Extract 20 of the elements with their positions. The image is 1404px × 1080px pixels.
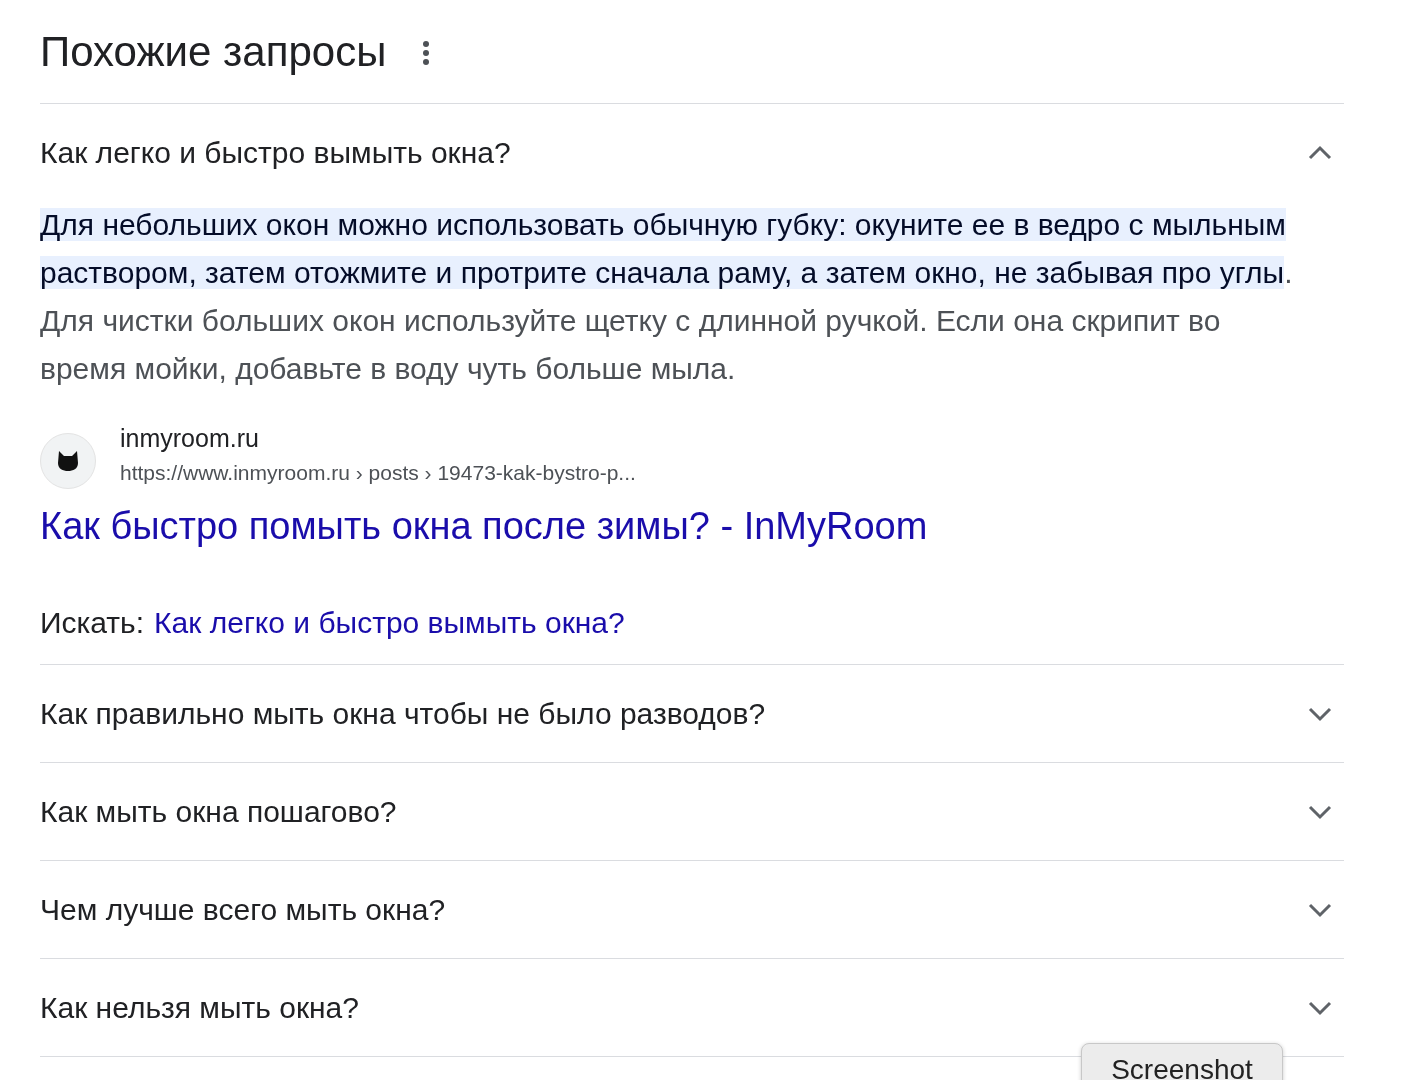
chevron-down-icon bbox=[1308, 901, 1332, 918]
chevron-down-icon bbox=[1308, 999, 1332, 1016]
more-options-icon[interactable] bbox=[422, 39, 431, 66]
chevron-down-icon bbox=[1308, 705, 1332, 722]
result-link[interactable]: Как быстро помыть окна после зимы? - InMyRoom bbox=[40, 505, 928, 548]
screenshot-tab[interactable]: Screenshot bbox=[1081, 1043, 1283, 1080]
question-row[interactable]: Чем лучше всего мыть окна? bbox=[40, 861, 1344, 958]
site-url: https://www.inmyroom.ru › posts › 19473-kak-bystro-p... bbox=[120, 460, 636, 485]
question-row[interactable]: Как мыть окна пошагово? bbox=[40, 763, 1344, 860]
question-row[interactable]: Как легко и быстро вымыть окна? bbox=[40, 104, 1344, 201]
site-name: inmyroom.ru bbox=[120, 423, 260, 453]
search-link[interactable]: Как легко и быстро вымыть окна? bbox=[154, 606, 625, 640]
search-label: Искать: bbox=[40, 606, 145, 640]
cat-head-icon bbox=[57, 450, 79, 472]
chevron-up-icon bbox=[1308, 144, 1332, 161]
question-row[interactable]: Как нельзя мыть окна? bbox=[40, 959, 1344, 1056]
section-title: Похожие запросы bbox=[40, 27, 387, 76]
answer-paragraph: Для небольших окон можно использовать обычную губку: окуните ее в ведро с мыльным раствором, затем отожмите и протрите сначала раму, а затем окно, не забывая про углы. Для чистки больших окон используйте щетку с длинной ручкой. Если она скрипит во время мойки, добавьте в воду чуть больше мыла. bbox=[40, 207, 1294, 387]
question-row[interactable]: Как правильно мыть окна чтобы не было разводов? bbox=[40, 665, 1344, 762]
chevron-down-icon bbox=[1308, 803, 1332, 820]
